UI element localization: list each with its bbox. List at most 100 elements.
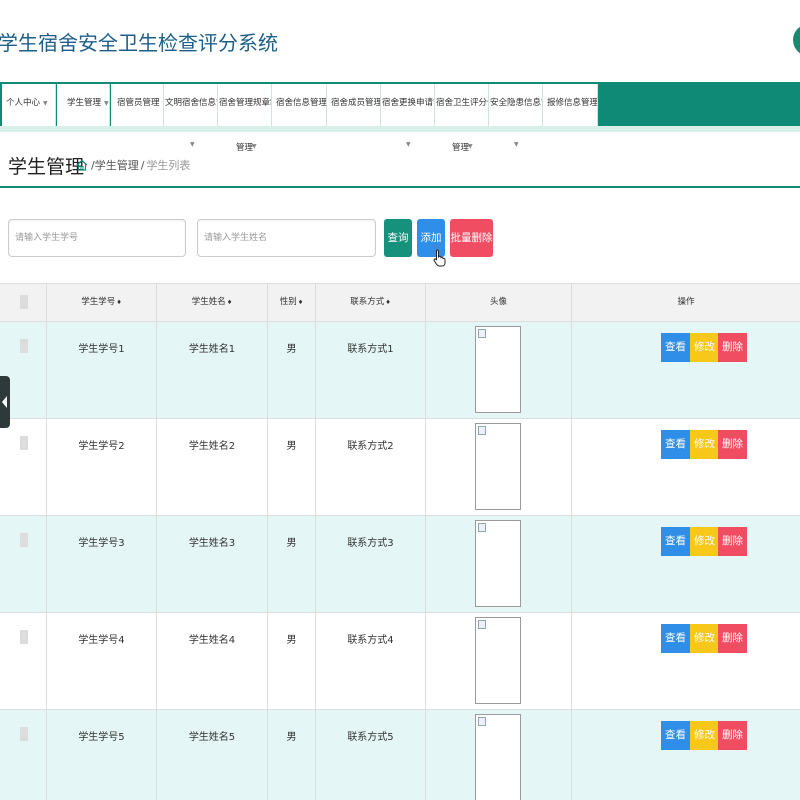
view-button[interactable]: 查看 xyxy=(661,430,690,459)
nav-item-repair[interactable]: 报修信息管理▼ xyxy=(543,84,598,126)
sort-icon[interactable]: ♦ xyxy=(116,299,121,306)
user-icon[interactable] xyxy=(793,24,800,56)
caret-down-icon: ▼ xyxy=(43,100,48,107)
edit-button[interactable]: 修改 xyxy=(690,430,719,459)
row-checkbox[interactable] xyxy=(20,436,28,450)
nav-overflow-label: 管理 xyxy=(236,143,254,153)
student-no-cell: 学生学号3 xyxy=(47,516,157,612)
avatar-image xyxy=(475,520,521,607)
view-button[interactable]: 查看 xyxy=(661,333,690,362)
caret-down-icon: ▼ xyxy=(190,141,195,148)
query-button[interactable]: 查询 xyxy=(384,219,412,257)
breadcrumb-section[interactable]: 学生管理 xyxy=(95,157,139,173)
top-header: 学生宿舍安全卫生检查评分系统 xyxy=(0,0,800,82)
batch-delete-button[interactable]: 批量删除 xyxy=(450,219,493,257)
student-name-cell: 学生姓名4 xyxy=(157,613,268,709)
row-select-cell xyxy=(0,613,47,709)
avatar-image xyxy=(475,423,521,510)
caret-down-icon: ▼ xyxy=(514,141,519,148)
student-no-cell: 学生学号4 xyxy=(47,613,157,709)
student-name-cell: 学生姓名2 xyxy=(157,419,268,515)
gender-cell: 男 xyxy=(268,710,316,800)
row-select-cell xyxy=(0,419,47,515)
delete-button[interactable]: 删除 xyxy=(718,430,747,459)
nav-item-safety-hazard[interactable]: 安全隐患信息管理 xyxy=(489,84,543,126)
caret-down-icon: ▼ xyxy=(468,143,473,150)
header-avatar: 头像 xyxy=(426,283,572,322)
header-student-no[interactable]: 学生学号♦ xyxy=(47,283,157,322)
breadcrumb-current: 学生列表 xyxy=(146,159,191,172)
edit-button[interactable]: 修改 xyxy=(690,527,719,556)
collapse-sidebar-icon[interactable] xyxy=(0,376,10,428)
student-name-cell: 学生姓名5 xyxy=(157,710,268,800)
table-row: 学生学号5 学生姓名5 男联系方式5 查看 修改 删除 xyxy=(0,710,800,800)
sort-icon[interactable]: ♦ xyxy=(385,299,390,306)
contact-cell: 联系方式2 xyxy=(316,419,426,515)
nav-overflow-label: 管理 xyxy=(452,143,470,153)
edit-button[interactable]: 修改 xyxy=(690,333,719,362)
student-no-cell: 学生学号2 xyxy=(47,419,157,515)
delete-button[interactable]: 删除 xyxy=(718,333,747,362)
row-select-cell xyxy=(0,516,47,612)
header-contact[interactable]: 联系方式♦ xyxy=(316,283,426,322)
sort-icon[interactable]: ♦ xyxy=(227,299,232,306)
student-no-search-input[interactable]: 请输入学生学号 xyxy=(8,219,186,257)
header-student-name[interactable]: 学生姓名♦ xyxy=(157,283,268,322)
gender-cell: 男 xyxy=(268,322,316,418)
nav-item-dorm-rules[interactable]: 宿舍管理规章制度 xyxy=(218,84,272,126)
select-all-checkbox[interactable] xyxy=(20,295,28,309)
row-checkbox[interactable] xyxy=(20,339,28,353)
nav-item-civilized-dorm[interactable]: 文明宿舍信息管理 xyxy=(164,84,218,126)
title-divider xyxy=(0,186,800,188)
view-button[interactable]: 查看 xyxy=(661,721,690,750)
page-title: 学生管理 xyxy=(8,156,85,178)
breadcrumb-separator: / xyxy=(140,158,145,172)
student-no-cell: 学生学号1 xyxy=(47,322,157,418)
student-name-cell: 学生姓名1 xyxy=(157,322,268,418)
header-actions: 操作 xyxy=(677,297,695,307)
view-button[interactable]: 查看 xyxy=(661,624,690,653)
view-button[interactable]: 查看 xyxy=(661,527,690,556)
table-row: 学生学号4 学生姓名4 男联系方式4 查看 修改 删除 xyxy=(0,613,800,710)
avatar-image xyxy=(475,714,521,800)
row-checkbox[interactable] xyxy=(20,630,28,644)
sort-icon[interactable]: ♦ xyxy=(298,299,303,306)
caret-down-icon: ▼ xyxy=(406,141,411,148)
avatar-image xyxy=(475,617,521,704)
student-name-search-input[interactable]: 请输入学生姓名 xyxy=(197,219,376,257)
delete-button[interactable]: 删除 xyxy=(718,527,747,556)
nav-item-dorm-change[interactable]: 宿舍更换申请管理 xyxy=(381,84,435,126)
nav-item-dorm-admin[interactable]: 宿管员管理▼ xyxy=(111,84,164,126)
table-row: 学生学号1 学生姓名1 男联系方式1 查看 修改 删除 xyxy=(0,322,800,419)
app-title: 学生宿舍安全卫生检查评分系统 xyxy=(0,31,278,55)
caret-down-icon: ▼ xyxy=(104,100,109,107)
nav-item-dorm-info[interactable]: 宿舍信息管理▼ xyxy=(272,84,327,126)
breadcrumb: / 学生管理 / 学生列表 xyxy=(76,157,190,173)
nav-item-hygiene-score[interactable]: 宿舍卫生评分信息 xyxy=(435,84,489,126)
student-no-cell: 学生学号5 xyxy=(47,710,157,800)
caret-down-icon: ▼ xyxy=(252,143,257,150)
home-icon[interactable] xyxy=(76,159,88,171)
contact-cell: 联系方式4 xyxy=(316,613,426,709)
row-checkbox[interactable] xyxy=(20,727,28,741)
row-checkbox[interactable] xyxy=(20,533,28,547)
gender-cell: 男 xyxy=(268,516,316,612)
nav-item-personal-center[interactable]: 个人中心 ▼ xyxy=(2,84,56,126)
nav-item-dorm-members[interactable]: 宿舍成员管理▼ xyxy=(327,84,381,126)
nav-bar-bottom xyxy=(0,126,800,132)
delete-button[interactable]: 删除 xyxy=(718,721,747,750)
header-gender[interactable]: 性别♦ xyxy=(268,283,316,322)
gender-cell: 男 xyxy=(268,613,316,709)
table-row: 学生学号3 学生姓名3 男联系方式3 查看 修改 删除 xyxy=(0,516,800,613)
student-name-cell: 学生姓名3 xyxy=(157,516,268,612)
contact-cell: 联系方式3 xyxy=(316,516,426,612)
nav-item-student[interactable]: 学生管理 ▼ xyxy=(57,84,110,126)
header-select-all xyxy=(0,283,47,322)
edit-button[interactable]: 修改 xyxy=(690,624,719,653)
contact-cell: 联系方式5 xyxy=(316,710,426,800)
gender-cell: 男 xyxy=(268,419,316,515)
edit-button[interactable]: 修改 xyxy=(690,721,719,750)
delete-button[interactable]: 删除 xyxy=(718,624,747,653)
table-row: 学生学号2 学生姓名2 男联系方式2 查看 修改 删除 xyxy=(0,419,800,516)
avatar-image xyxy=(475,326,521,413)
